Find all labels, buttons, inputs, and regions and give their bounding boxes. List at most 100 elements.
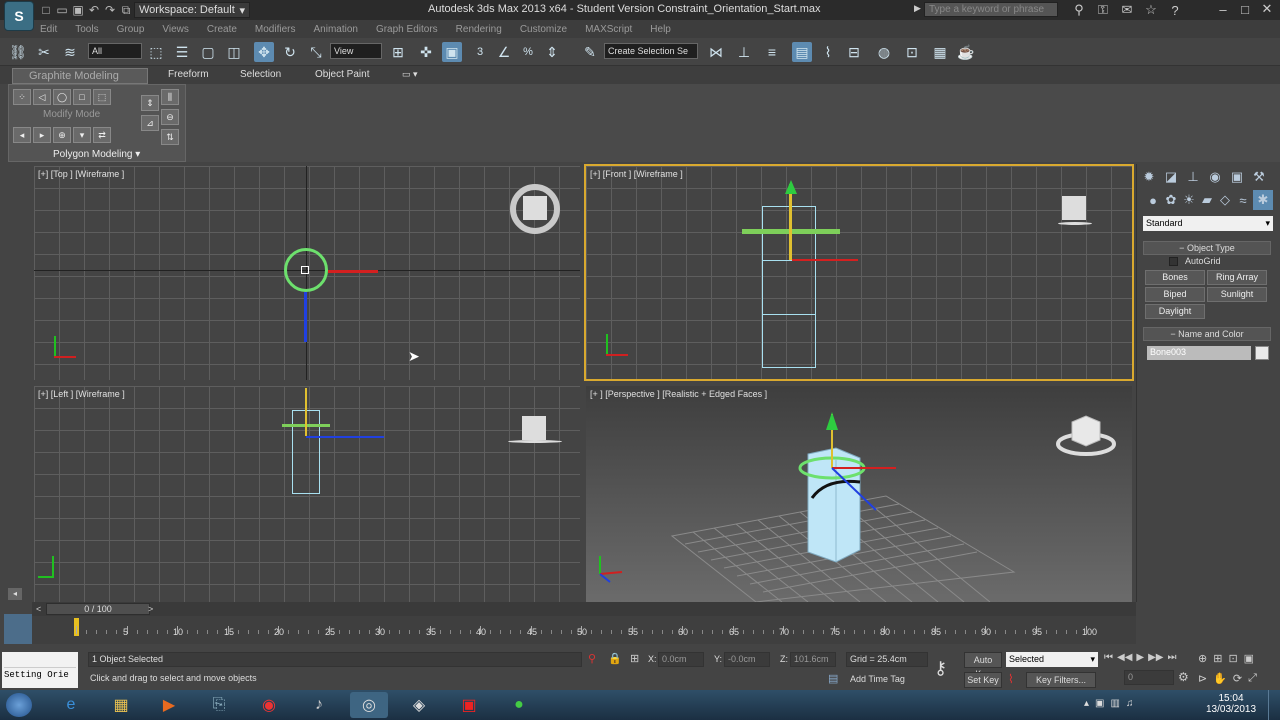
orbit-icon[interactable]: ⟳ [1233,672,1242,685]
maximize-button[interactable]: □ [1234,2,1256,17]
save-file-icon[interactable]: ▣ [70,2,86,18]
volume-icon[interactable]: ♫ [1126,698,1134,709]
biped-button[interactable]: Biped [1145,287,1205,302]
key-set-dropdown[interactable]: Selected ▾ [1006,652,1098,667]
open-file-icon[interactable]: ▭ [54,2,70,18]
menu-views[interactable]: Views [162,24,189,35]
maxscript-listener[interactable]: Setting Orie [2,652,78,688]
border-icon[interactable]: ◯ [53,89,71,105]
menu-edit[interactable]: Edit [40,24,57,35]
tab-freeform[interactable]: Freeform [168,69,209,80]
go-to-end-icon[interactable]: ⏭ [1167,652,1176,663]
viewport-top-label[interactable]: [+] [Top ] [Wireframe ] [38,169,124,179]
clock[interactable]: 15:04 13/03/2013 [1206,693,1256,715]
time-tag-icon[interactable]: ▤ [828,672,838,685]
close-button[interactable]: ✕ [1256,1,1278,17]
spinner-snap-icon[interactable]: ⇕ [542,42,562,62]
select-object-icon[interactable]: ⬚ [146,42,166,62]
auto-key-button[interactable]: Auto Key [964,652,1002,679]
redo-icon[interactable]: ↷ [102,2,118,18]
daylight-button[interactable]: Daylight [1145,304,1205,319]
edit-named-selection-icon[interactable]: ✎ [580,42,600,62]
key-mode-icon[interactable]: ⌇ [1008,672,1014,686]
utilities-tab-icon[interactable]: ⚒ [1249,167,1269,187]
pan-icon[interactable]: ✋ [1213,672,1227,685]
minimize-button[interactable]: – [1212,2,1234,17]
show-result-icon[interactable]: ▾ [73,127,91,143]
undo-icon[interactable]: ↶ [86,2,102,18]
internet-explorer-icon[interactable]: e [52,692,90,718]
select-and-move-icon[interactable]: ✥ [254,42,274,62]
subscription-icon[interactable]: ⚿ [1092,2,1114,18]
viewport-front[interactable]: [+] [Front ] [Wireframe ] [584,164,1134,381]
recorder-icon[interactable]: ♪ [300,692,338,718]
pin-stack-icon[interactable]: ⊕ [53,127,71,143]
category-dropdown[interactable]: Standard ▾ [1143,216,1273,231]
go-to-start-icon[interactable]: ⏮ [1104,652,1113,663]
tab-object-paint[interactable]: Object Paint [315,69,369,80]
schematic-view-icon[interactable]: ⊟ [844,42,864,62]
viewport-left-label[interactable]: [+] [Left ] [Wireframe ] [38,389,125,399]
recording-app-icon[interactable]: ▣ [450,692,488,718]
file-explorer-icon[interactable]: ▦ [102,692,140,718]
polygon-icon[interactable]: □ [73,89,91,105]
zoom-icon[interactable]: ⊕ [1198,652,1207,665]
light-box[interactable] [1062,196,1086,220]
select-and-scale-icon[interactable]: ⤡ [306,42,326,62]
material-editor-icon[interactable]: ◍ [874,42,894,62]
generate-topology-icon[interactable]: ⇅ [161,129,179,145]
workspace-dropdown[interactable]: Workspace: Default ▾ [134,2,250,18]
systems-icon[interactable]: ✱ [1253,190,1273,210]
menu-customize[interactable]: Customize [520,24,567,35]
key-filters-button[interactable]: Key Filters... [1026,672,1096,688]
select-by-name-icon[interactable]: ☰ [172,42,192,62]
modify-tab-icon[interactable]: ◪ [1161,167,1181,187]
quick-slice-icon[interactable]: ⊿ [141,115,159,131]
menu-modifiers[interactable]: Modifiers [255,24,296,35]
select-and-rotate-icon[interactable]: ↻ [280,42,300,62]
shapes-icon[interactable]: ✿ [1161,190,1181,210]
project-folder-icon[interactable]: ⧉ [118,2,134,18]
favorites-icon[interactable]: ☆ [1140,2,1162,18]
isolate-icon[interactable]: ⚲ [588,652,596,665]
space-warps-icon[interactable]: ≈ [1233,190,1253,210]
slider-prev-icon[interactable]: < [36,604,41,614]
chrome-icon[interactable]: ◉ [250,692,288,718]
new-file-icon[interactable]: □ [38,2,54,18]
menu-animation[interactable]: Animation [313,24,357,35]
selection-region-icon[interactable]: ▢ [198,42,218,62]
pivot-center-icon[interactable]: ⊞ [388,42,408,62]
polygon-modeling-label[interactable]: Polygon Modeling ▾ [53,149,140,160]
tab-graphite-modeling[interactable]: Graphite Modeling Tools [12,68,148,96]
percent-snap-icon[interactable]: % [518,42,538,62]
sunlight-button[interactable]: Sunlight [1207,287,1267,302]
field-of-view-icon[interactable]: ⊳ [1198,672,1207,685]
helpers-icon[interactable]: ◇ [1215,190,1235,210]
expand-search-icon[interactable]: ▶ [914,3,921,14]
track-bar[interactable]: 5 10 15 20 25 30 35 40 45 50 55 60 65 70 75 80 85 90 95 100 [32,616,1136,644]
mirror-icon[interactable]: ⋈ [706,42,726,62]
tray-app-icon[interactable]: ▣ [1095,698,1104,709]
named-selection-dropdown[interactable]: Create Selection Se [604,43,698,59]
lights-icon[interactable]: ☀ [1179,190,1199,210]
frame-readout[interactable]: 0 / 100 [46,603,150,615]
object-name-field[interactable]: Bone003 [1147,346,1251,360]
search-input[interactable]: Type a keyword or phrase [924,2,1058,17]
create-tab-icon[interactable]: ✹ [1139,167,1159,187]
zoom-extents-icon[interactable]: ⊡ [1228,652,1237,665]
previous-stack-icon[interactable]: ◂ [13,127,31,143]
gizmo-y-axis[interactable] [789,184,792,260]
angle-snap-icon[interactable]: ∠ [494,42,514,62]
element-icon[interactable]: ⬚ [93,89,111,105]
gizmo-z-axis[interactable] [306,436,384,438]
autogrid-checkbox[interactable] [1169,257,1178,266]
viewport-perspective[interactable]: [+ ] [Perspective ] [Realistic + Edged F… [586,386,1132,602]
display-tab-icon[interactable]: ▣ [1227,167,1247,187]
menu-rendering[interactable]: Rendering [456,24,502,35]
time-slider[interactable]: < 0 / 100 > [32,602,1136,616]
viewport-front-label[interactable]: [+] [Front ] [Wireframe ] [590,169,683,179]
maximize-viewport-icon[interactable]: ⤢ [1248,672,1257,685]
vertex-icon[interactable]: ⁘ [13,89,31,105]
menu-help[interactable]: Help [650,24,671,35]
app-logo-button[interactable]: S [4,1,34,31]
